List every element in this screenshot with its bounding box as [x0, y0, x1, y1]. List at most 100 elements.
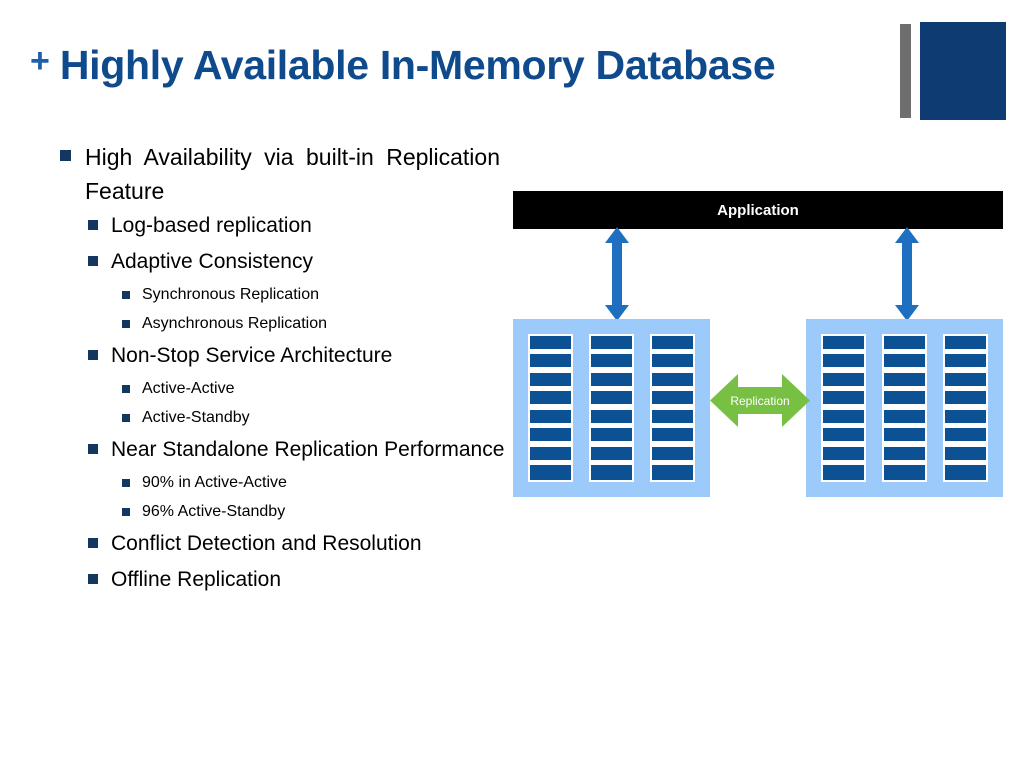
bullet-text: Active-Active	[142, 380, 235, 397]
bullet-marker-icon	[122, 291, 130, 299]
replication-architecture-diagram: Application Replication	[513, 191, 1003, 501]
bullet-item: Non-Stop Service Architecture	[88, 340, 508, 371]
server-unit	[652, 428, 693, 444]
bullet-marker-icon	[88, 538, 98, 548]
server-unit	[823, 409, 864, 425]
bullet-item: 90% in Active-Active	[122, 470, 508, 495]
server-unit	[591, 372, 632, 388]
server-unit	[652, 409, 693, 425]
server-unit	[945, 428, 986, 444]
bullet-item: Offline Replication	[88, 564, 508, 595]
server-unit	[591, 391, 632, 407]
server-unit	[884, 372, 925, 388]
server-unit	[591, 428, 632, 444]
bullet-text: Near Standalone Replication Performance	[111, 438, 505, 461]
slide-title-row: + Highly Available In-Memory Database	[0, 30, 900, 100]
logo-gray-bar	[900, 24, 911, 118]
bullet-item: Active-Active	[122, 376, 508, 401]
server-rack	[821, 334, 866, 482]
server-unit	[652, 446, 693, 462]
bullet-marker-icon	[60, 150, 71, 161]
bullet-marker-icon	[88, 220, 98, 230]
server-unit	[591, 354, 632, 370]
bullet-text: High Availability via built-in Replicati…	[85, 144, 500, 204]
server-unit	[530, 336, 571, 351]
bullet-marker-icon	[122, 414, 130, 422]
server-unit	[884, 336, 925, 351]
bullet-marker-icon	[122, 320, 130, 328]
server-unit	[945, 446, 986, 462]
bullet-text: Non-Stop Service Architecture	[111, 344, 393, 367]
server-unit	[884, 354, 925, 370]
logo-blue-block	[920, 22, 1006, 120]
server-unit	[884, 428, 925, 444]
server-unit	[884, 446, 925, 462]
bullet-item: 96% Active-Standby	[122, 499, 508, 524]
bullet-marker-icon	[122, 508, 130, 516]
bullet-marker-icon	[88, 350, 98, 360]
app-to-left-cluster-arrow-icon	[604, 227, 630, 321]
server-rack	[650, 334, 695, 482]
server-unit	[945, 354, 986, 370]
server-unit	[823, 336, 864, 351]
bullet-item: Active-Standby	[122, 405, 508, 430]
server-unit	[945, 372, 986, 388]
server-unit	[652, 391, 693, 407]
server-unit	[823, 446, 864, 462]
server-unit	[530, 354, 571, 370]
server-unit	[823, 464, 864, 480]
server-unit	[530, 409, 571, 425]
server-unit	[945, 336, 986, 351]
server-unit	[652, 336, 693, 351]
server-unit	[823, 372, 864, 388]
bullet-list: High Availability via built-in Replicati…	[60, 140, 508, 600]
bullet-text: 90% in Active-Active	[142, 474, 287, 491]
replication-arrow-icon	[710, 372, 810, 429]
server-unit	[884, 391, 925, 407]
server-unit	[591, 446, 632, 462]
server-unit	[530, 464, 571, 480]
bullet-text: Adaptive Consistency	[111, 250, 313, 273]
server-unit	[530, 428, 571, 444]
bullet-text: Conflict Detection and Resolution	[111, 532, 422, 555]
database-cluster-right	[806, 319, 1003, 497]
server-unit	[884, 409, 925, 425]
bullet-marker-icon	[122, 479, 130, 487]
server-unit	[945, 409, 986, 425]
bullet-marker-icon	[122, 385, 130, 393]
app-to-right-cluster-arrow-icon	[894, 227, 920, 321]
server-unit	[591, 464, 632, 480]
application-label: Application	[717, 201, 799, 219]
bullet-text: Log-based replication	[111, 214, 312, 237]
title-plus-icon: +	[30, 42, 50, 80]
bullet-text: Synchronous Replication	[142, 286, 319, 303]
server-unit	[652, 464, 693, 480]
brand-logo	[900, 22, 1006, 120]
bullet-item: Near Standalone Replication Performance	[88, 434, 508, 465]
page-title: Highly Available In-Memory Database	[59, 41, 776, 88]
bullet-item: High Availability via built-in Replicati…	[60, 140, 508, 208]
server-unit	[884, 464, 925, 480]
bullet-marker-icon	[88, 444, 98, 454]
server-unit	[591, 409, 632, 425]
bullet-marker-icon	[88, 256, 98, 266]
server-unit	[652, 372, 693, 388]
bullet-item: Adaptive Consistency	[88, 246, 508, 277]
server-unit	[591, 336, 632, 351]
server-unit	[945, 464, 986, 480]
bullet-item: Log-based replication	[88, 210, 508, 241]
server-rack	[589, 334, 634, 482]
server-unit	[530, 446, 571, 462]
database-cluster-left	[513, 319, 710, 497]
bullet-text: Offline Replication	[111, 568, 282, 591]
bullet-text: 96% Active-Standby	[142, 503, 286, 520]
server-unit	[823, 354, 864, 370]
bullet-item: Asynchronous Replication	[122, 311, 508, 336]
bullet-item: Conflict Detection and Resolution	[88, 528, 508, 559]
server-unit	[530, 372, 571, 388]
bullet-text: Asynchronous Replication	[142, 315, 327, 332]
server-unit	[652, 354, 693, 370]
bullet-marker-icon	[88, 574, 98, 584]
server-rack	[943, 334, 988, 482]
server-unit	[823, 428, 864, 444]
